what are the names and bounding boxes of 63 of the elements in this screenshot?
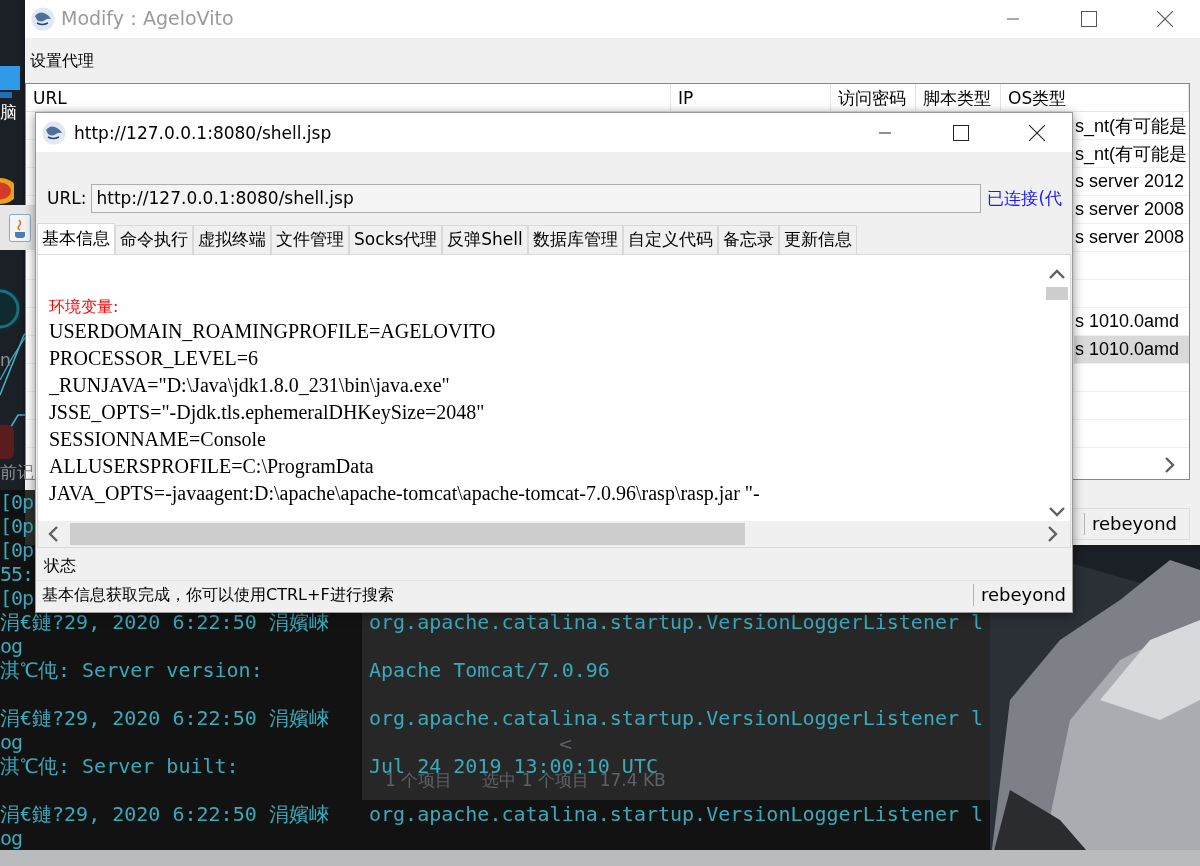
env-line: JSSE_OPTS="-Djdk.tls.ephemeralDHKeySize=2048" — [49, 400, 486, 426]
url-label: URL: — [47, 188, 87, 208]
console-text: [0p — [0, 586, 34, 610]
tab[interactable]: 数据库管理 — [527, 225, 623, 254]
window-title: Modify：AgeloVito — [61, 6, 235, 31]
console-text: 55: — [0, 562, 34, 586]
console-text: Apache Tomcat/7.0.96 — [369, 658, 610, 682]
tab[interactable]: 虚拟终端 — [193, 225, 271, 254]
console-text: og — [0, 826, 23, 850]
maximize-icon — [953, 124, 969, 141]
console-text: 涓€鏈?29, 2020 6:22:50 涓嬪崍 — [0, 610, 330, 634]
console-text: [0p — [0, 538, 34, 562]
desktop-icon-label: 前记 — [0, 461, 34, 483]
app-tile-icon[interactable] — [0, 425, 14, 459]
section-label: 设置代理 — [29, 50, 95, 72]
status-label: 状态 — [43, 555, 77, 577]
scroll-thumb[interactable] — [70, 523, 745, 545]
window-title: http://127.0.0.1:8080/shell.jsp — [74, 122, 333, 143]
ring-app-icon[interactable] — [0, 287, 20, 331]
env-line: JAVA_OPTS=-javaagent:D:\apache\apache-tomcat\apache-tomcat-7.0.96\rasp\rasp.jar "- — [49, 481, 761, 507]
globe-logo-icon — [42, 120, 66, 145]
tab[interactable]: 更新信息 — [778, 225, 857, 254]
console-text: og — [0, 730, 23, 754]
console-text: 涓€鏈?29, 2020 6:22:50 涓嬪崍 — [0, 706, 330, 730]
close-icon — [1029, 124, 1045, 141]
tab[interactable]: 备忘录 — [717, 225, 779, 254]
desktop-icon-label: n — [0, 349, 11, 371]
tab[interactable]: 命令执行 — [115, 225, 193, 254]
console-text: org.apache.catalina.startup.VersionLoggerListener l — [369, 706, 984, 730]
horizontal-scrollbar[interactable] — [38, 521, 1070, 547]
status-message: 基本信息获取完成，你可以使用CTRL+F进行搜索 — [42, 584, 395, 606]
url-field[interactable]: http://127.0.0.1:8080/shell.jsp — [91, 183, 982, 213]
tab[interactable]: 基本信息 — [37, 223, 115, 254]
desktop-icon-label: 脑 — [0, 101, 17, 123]
env-line: PROCESSOR_LEVEL=6 — [49, 346, 260, 371]
console-text: 淇℃伅: Server version: — [0, 658, 264, 684]
console-text: 淇℃伅: Server built: — [0, 754, 240, 780]
console-text: org.apache.catalina.startup.VersionLoggerListener l — [369, 610, 984, 634]
env-line: _RUNJAVA="D:\Java\jdk1.8.0_231\bin\java.exe" — [49, 373, 451, 399]
status-user: rebeyond — [1083, 513, 1177, 535]
tab[interactable]: Socks代理 — [349, 225, 443, 254]
java-icon — [9, 213, 31, 242]
console-text: og — [0, 634, 23, 658]
scroll-thumb[interactable] — [1045, 287, 1068, 300]
window-strip[interactable] — [0, 205, 35, 250]
connection-status: 已连接(代 — [987, 186, 1063, 210]
console-text: 涓€鏈?29, 2020 6:22:50 涓嬪崍 — [0, 802, 330, 826]
tab[interactable]: 反弹Shell — [442, 225, 528, 254]
circle-app-icon[interactable] — [0, 178, 14, 204]
close-icon — [1157, 11, 1173, 27]
console-text: [0p — [0, 490, 34, 514]
globe-logo-icon — [31, 7, 55, 31]
status-user: rebeyond — [972, 584, 1066, 606]
env-line: SESSIONNAME=Console — [49, 427, 267, 452]
env-line: ALLUSERSPROFILE=C:\ProgramData — [49, 454, 375, 480]
env-line: USERDOMAIN_ROAMINGPROFILE=AGELOVITO — [49, 319, 497, 344]
tab[interactable]: 文件管理 — [271, 225, 349, 254]
table-row[interactable]: s 1010.0amd — [1074, 336, 1189, 363]
console-text: org.apache.catalina.startup.VersionLoggerListener l — [369, 802, 984, 826]
maximize-icon — [1081, 11, 1097, 27]
tab[interactable]: 自定义代码 — [622, 225, 718, 254]
console-text: [0p — [0, 514, 34, 538]
section-heading: 环境变量: — [49, 296, 120, 318]
